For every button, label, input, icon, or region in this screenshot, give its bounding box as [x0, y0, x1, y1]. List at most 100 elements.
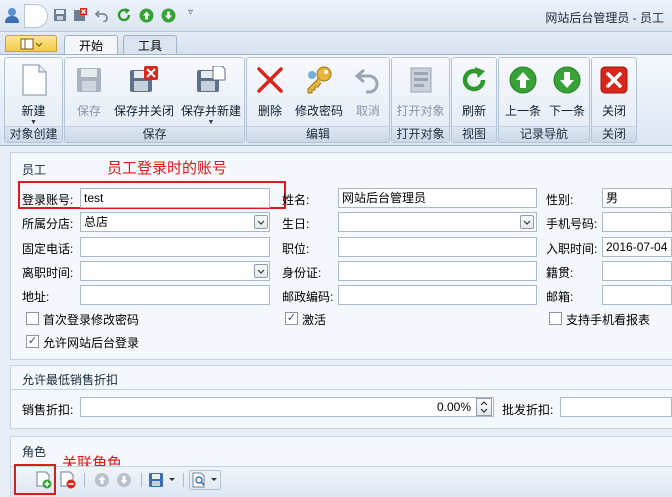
group-label: 视图 [452, 126, 496, 142]
app-menu-button[interactable] [5, 35, 57, 52]
branch-label: 所属分店: [22, 217, 74, 231]
close-button[interactable]: 关闭 [592, 60, 636, 126]
mobile-report-checkbox[interactable] [549, 312, 562, 325]
qa-save-icon[interactable] [52, 7, 68, 23]
sale-discount-spinner[interactable] [476, 398, 492, 416]
address-label: 地址: [22, 290, 50, 304]
email-label: 邮箱: [546, 290, 574, 304]
delete-button[interactable]: 删除 [249, 60, 291, 126]
spinner-arrows-icon [480, 401, 488, 413]
gender-label: 性别: [546, 193, 574, 207]
group-label: 打开对象 [392, 126, 449, 142]
role-move-down-button[interactable] [114, 470, 134, 490]
birthday-dropdown-button[interactable] [520, 215, 534, 229]
gender-input[interactable]: 男 [602, 188, 672, 208]
mobile-label: 手机号码: [546, 217, 598, 231]
idcard-input[interactable] [338, 261, 537, 281]
add-role-button[interactable] [34, 470, 54, 490]
sale-discount-input[interactable]: 0.00% [80, 397, 494, 417]
checkmark-icon: ✓ [286, 312, 297, 324]
qa-customize-icon[interactable]: ▿ [188, 7, 193, 18]
refresh-button[interactable]: 刷新 [452, 60, 496, 126]
role-move-up-button[interactable] [92, 470, 112, 490]
group-object-create: 新建 ▼ 对象创建 [4, 57, 63, 143]
branch-dropdown-button[interactable] [254, 215, 268, 229]
close-red-icon [597, 63, 631, 97]
qa-up-icon[interactable] [138, 7, 154, 23]
arrow-up-icon [95, 473, 109, 487]
tab-tools[interactable]: 工具 [123, 35, 177, 54]
position-input[interactable] [338, 237, 537, 257]
arrow-down-icon [117, 473, 131, 487]
group-label: 对象创建 [5, 126, 62, 142]
window-title: 网站后台管理员 - 员工 [545, 11, 664, 25]
change-password-button[interactable]: 修改密码 [291, 60, 347, 126]
wholesale-discount-label: 批发折扣: [502, 403, 554, 417]
native-place-label: 籍贯: [546, 266, 574, 280]
qa-down-icon[interactable] [160, 7, 176, 23]
leave-date-dropdown-button[interactable] [254, 264, 268, 278]
zip-label: 邮政编码: [282, 290, 334, 304]
remove-role-button[interactable] [58, 470, 78, 490]
group-close: 关闭 关闭 [591, 57, 637, 143]
save-new-button[interactable]: 保存并新建 ▼ [178, 60, 244, 126]
discount-section-title: 允许最低销售折扣 [22, 373, 119, 387]
chevron-down-icon [523, 220, 531, 225]
active-label: 激活 [302, 313, 327, 327]
save-new-icon [194, 63, 228, 97]
allow-backend-label: 允许网站后台登录 [43, 336, 140, 350]
hire-date-label: 入职时间: [546, 242, 598, 256]
email-input[interactable] [602, 285, 672, 305]
login-label: 登录账号: [22, 193, 74, 207]
next-record-button[interactable]: 下一条 [545, 60, 589, 126]
group-label: 关闭 [592, 126, 636, 142]
allow-backend-checkbox[interactable]: ✓ [26, 335, 39, 348]
chevron-down-icon [257, 220, 265, 225]
qa-refresh-icon[interactable] [116, 7, 132, 23]
name-input[interactable]: 网站后台管理员 [338, 188, 537, 208]
app-user-icon[interactable] [3, 6, 21, 24]
prev-record-button[interactable]: 上一条 [501, 60, 545, 126]
arrow-up-icon [506, 63, 540, 97]
role-search-dropdown-button[interactable] [189, 470, 221, 490]
mobile-input[interactable] [602, 212, 672, 232]
wholesale-discount-input[interactable] [560, 397, 672, 417]
delete-x-icon [253, 63, 287, 97]
open-object-icon [404, 63, 438, 97]
open-object-button[interactable]: 打开对象 [392, 60, 449, 126]
address-input[interactable] [80, 285, 270, 305]
native-place-input[interactable] [602, 261, 672, 281]
first-login-label: 首次登录修改密码 [43, 313, 140, 327]
qa-undo-icon[interactable] [94, 7, 110, 23]
first-login-checkbox[interactable] [26, 312, 39, 325]
save-close-button[interactable]: 保存并关闭 [111, 60, 177, 126]
birthday-input[interactable] [338, 212, 537, 232]
qa-save-close-icon[interactable] [72, 7, 88, 23]
roles-section-title: 角色 [22, 445, 47, 459]
remove-link-icon [60, 471, 76, 489]
group-save: 保存 保存并关闭 保存并新建 ▼ 保存 [64, 57, 245, 143]
floppy-icon [149, 473, 175, 487]
login-account-input[interactable]: test [80, 188, 270, 208]
group-open-object: 打开对象 打开对象 [391, 57, 450, 143]
mobile-report-label: 支持手机看报表 [566, 313, 651, 327]
phone-label: 固定电话: [22, 242, 74, 256]
save-close-icon [127, 63, 161, 97]
discount-divider [11, 389, 672, 390]
zip-input[interactable] [338, 285, 537, 305]
cancel-button[interactable]: 取消 [347, 60, 389, 126]
birthday-label: 生日: [282, 217, 310, 231]
toolbar-separator [141, 473, 142, 487]
role-save-dropdown-button[interactable] [147, 470, 177, 490]
branch-select[interactable]: 总店 [80, 212, 270, 232]
new-button[interactable]: 新建 ▼ [5, 60, 62, 126]
hire-date-input[interactable]: 2016-07-04 [602, 237, 672, 257]
login-annotation: 员工登录时的账号 [107, 160, 228, 177]
tab-start[interactable]: 开始 [64, 35, 118, 54]
active-checkbox[interactable]: ✓ [285, 312, 298, 325]
save-button[interactable]: 保存 [67, 60, 111, 126]
floppy-icon [72, 63, 106, 97]
key-icon [302, 63, 336, 97]
phone-input[interactable] [80, 237, 270, 257]
leave-date-input[interactable] [80, 261, 270, 281]
